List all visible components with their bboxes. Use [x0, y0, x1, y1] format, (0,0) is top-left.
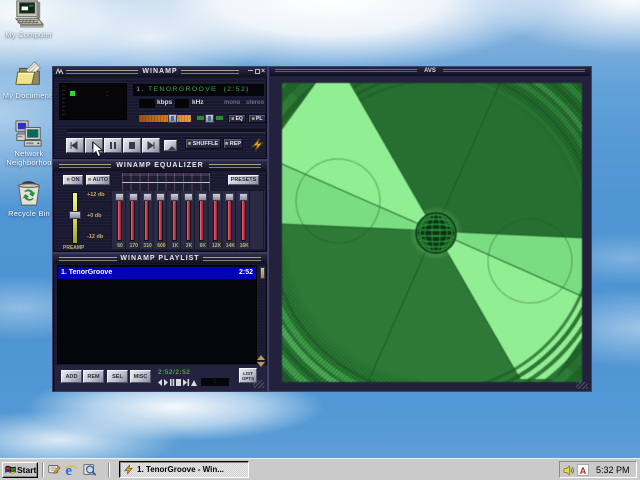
svg-text:e: e [65, 463, 72, 477]
